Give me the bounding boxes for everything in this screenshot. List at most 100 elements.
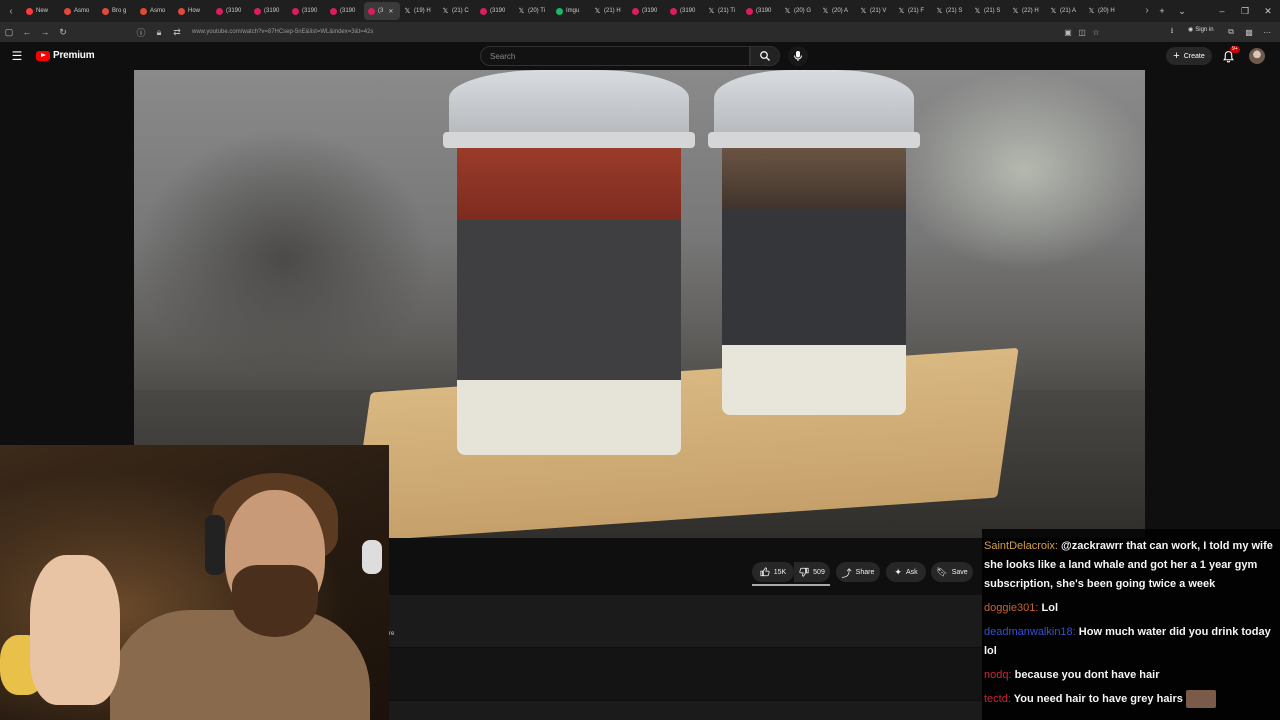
tab-label: (20) Ti: [528, 8, 546, 14]
browser-tab[interactable]: 𝕏 (21) H: [590, 2, 628, 20]
browser-tab[interactable]: New: [22, 2, 60, 20]
share-label: Share: [855, 568, 875, 576]
more-menu-icon[interactable]: ⋯: [1261, 26, 1273, 38]
browser-tab[interactable]: Bro g: [98, 2, 136, 20]
back-icon[interactable]: ←: [18, 22, 36, 42]
browser-tab[interactable]: (3190: [212, 2, 250, 20]
profile-icon[interactable]: ▩: [1243, 26, 1255, 38]
x-logo-icon: 𝕏: [860, 7, 867, 15]
streamer-webcam: [0, 445, 389, 720]
browser-tab[interactable]: 𝕏 (21) F: [894, 2, 932, 20]
description-panel[interactable]: [389, 595, 982, 647]
browser-tab[interactable]: 𝕏 (22) H: [1008, 2, 1046, 20]
browser-tab[interactable]: 𝕏 (20) G: [780, 2, 818, 20]
voice-search-button[interactable]: [788, 46, 808, 66]
plus-icon: +: [1173, 50, 1180, 62]
browser-tab[interactable]: 𝕏 (20) Ti: [514, 2, 552, 20]
search-button[interactable]: [750, 46, 780, 66]
save-label: Save: [951, 568, 968, 576]
close-tab-icon[interactable]: ✕: [388, 8, 393, 15]
save-button[interactable]: 🔖︎ Save: [931, 562, 973, 582]
browser-tab[interactable]: (3190: [666, 2, 704, 20]
chat-username[interactable]: nodq:: [984, 669, 1012, 681]
chat-username[interactable]: doggie301:: [984, 602, 1038, 614]
chat-username[interactable]: tectd:: [984, 693, 1011, 705]
browser-tab[interactable]: 𝕏 (21) V: [856, 2, 894, 20]
tab-label: (21) A: [1060, 8, 1077, 14]
browser-tab[interactable]: (3190: [742, 2, 780, 20]
x-logo-icon: 𝕏: [898, 7, 905, 15]
browser-tab[interactable]: (3190: [250, 2, 288, 20]
thumbs-up-icon: [760, 567, 770, 577]
reload-icon[interactable]: ↻: [54, 22, 72, 42]
bookmark-icon: 🔖︎: [936, 566, 948, 577]
browser-tab[interactable]: Asmo: [60, 2, 98, 20]
dislike-button[interactable]: 509: [794, 562, 830, 582]
browser-tab[interactable]: How: [174, 2, 212, 20]
extensions-icon[interactable]: ⧉: [1225, 26, 1237, 38]
tab-label: (21) V: [870, 8, 887, 14]
browser-tab[interactable]: (3190: [326, 2, 364, 20]
create-button[interactable]: + Create: [1166, 47, 1212, 65]
x-logo-icon: 𝕏: [518, 7, 525, 15]
favicon-icon: [292, 7, 299, 15]
favicon-icon: [26, 7, 33, 15]
tab-label: (3190: [264, 8, 280, 14]
browser-tab[interactable]: (3190: [476, 2, 514, 20]
browser-tab[interactable]: 𝕏 (21) S: [932, 2, 970, 20]
close-window-button[interactable]: ✕: [1256, 0, 1280, 22]
download-icon[interactable]: ⭳: [1166, 26, 1178, 38]
browser-tab[interactable]: (3190: [628, 2, 666, 20]
search-input[interactable]: Search: [480, 46, 750, 66]
tab-label: (20) A: [832, 8, 849, 14]
like-button[interactable]: 15K: [752, 562, 794, 582]
screenshot-icon[interactable]: ▣: [1062, 26, 1074, 38]
video-coffee-cup-right: [708, 70, 920, 415]
restore-button[interactable]: ❐: [1233, 0, 1257, 22]
tab-list-button[interactable]: ⌄: [1170, 0, 1194, 22]
favicon-icon: [140, 7, 147, 15]
share-button[interactable]: ⤴ Share: [836, 562, 880, 582]
browser-tab[interactable]: (3190: [288, 2, 326, 20]
tab-label: (21) C: [452, 8, 469, 14]
favicon-icon: [216, 7, 223, 15]
ask-button[interactable]: ✦ Ask: [886, 562, 926, 582]
chat-text: because you dont have hair: [1014, 669, 1160, 681]
browser-tab[interactable]: 𝕏 (20) A: [818, 2, 856, 20]
x-logo-icon: 𝕏: [594, 7, 601, 15]
browser-tab[interactable]: 𝕏 (21) C: [438, 2, 476, 20]
tab-label: (22) H: [1022, 8, 1039, 14]
minimize-button[interactable]: –: [1210, 0, 1234, 22]
chat-text: Lol: [1041, 602, 1059, 614]
sign-in-label: Sign in: [1195, 26, 1214, 33]
sidebar-toggle-icon[interactable]: ▢: [0, 22, 18, 42]
browser-tab[interactable]: (3 ✕: [364, 2, 400, 20]
chat-username[interactable]: deadmanwalkin18:: [984, 626, 1076, 638]
info-icon[interactable]: ⓘ: [132, 22, 150, 42]
picture-in-picture-icon[interactable]: ◫: [1076, 26, 1088, 38]
x-logo-icon: 𝕏: [974, 7, 981, 15]
url-field[interactable]: www.youtube.com/watch?v=87HCsep-5nE&list…: [192, 29, 373, 35]
browser-tab[interactable]: Imgu: [552, 2, 590, 20]
x-logo-icon: 𝕏: [784, 7, 791, 15]
menu-icon[interactable]: ☰: [10, 49, 24, 63]
avatar[interactable]: [1249, 48, 1265, 64]
chat-message: deadmanwalkin18: How much water did you …: [984, 623, 1277, 661]
browser-address-bar: ▢ ← → ↻ ⓘ 🔒︎ ⇄ www.youtube.com/watch?v=8…: [0, 22, 1280, 42]
browser-tab[interactable]: 𝕏 (21) Ti: [704, 2, 742, 20]
browser-tab[interactable]: 𝕏 (21) A: [1046, 2, 1084, 20]
browser-tab[interactable]: Asmo: [136, 2, 174, 20]
browser-tab[interactable]: 𝕏 (20) H: [1084, 2, 1122, 20]
bookmark-star-icon[interactable]: ☆: [1090, 26, 1102, 38]
lock-icon[interactable]: 🔒︎: [150, 22, 168, 42]
site-settings-icon[interactable]: ⇄: [168, 22, 186, 42]
chat-username[interactable]: SaintDelacroix:: [984, 540, 1058, 552]
x-logo-icon: 𝕏: [404, 7, 411, 15]
chat-message: SaintDelacroix: @zackrawrr that can work…: [984, 537, 1277, 594]
browser-tab[interactable]: 𝕏 (21) S: [970, 2, 1008, 20]
forward-icon[interactable]: →: [36, 22, 54, 42]
youtube-premium-logo[interactable]: Premium: [36, 50, 95, 61]
sign-in-button[interactable]: ◉ Sign in: [1188, 26, 1214, 34]
browser-tab[interactable]: 𝕏 (19) H: [400, 2, 438, 20]
tab-scroll-left-icon[interactable]: ‹: [0, 6, 22, 17]
